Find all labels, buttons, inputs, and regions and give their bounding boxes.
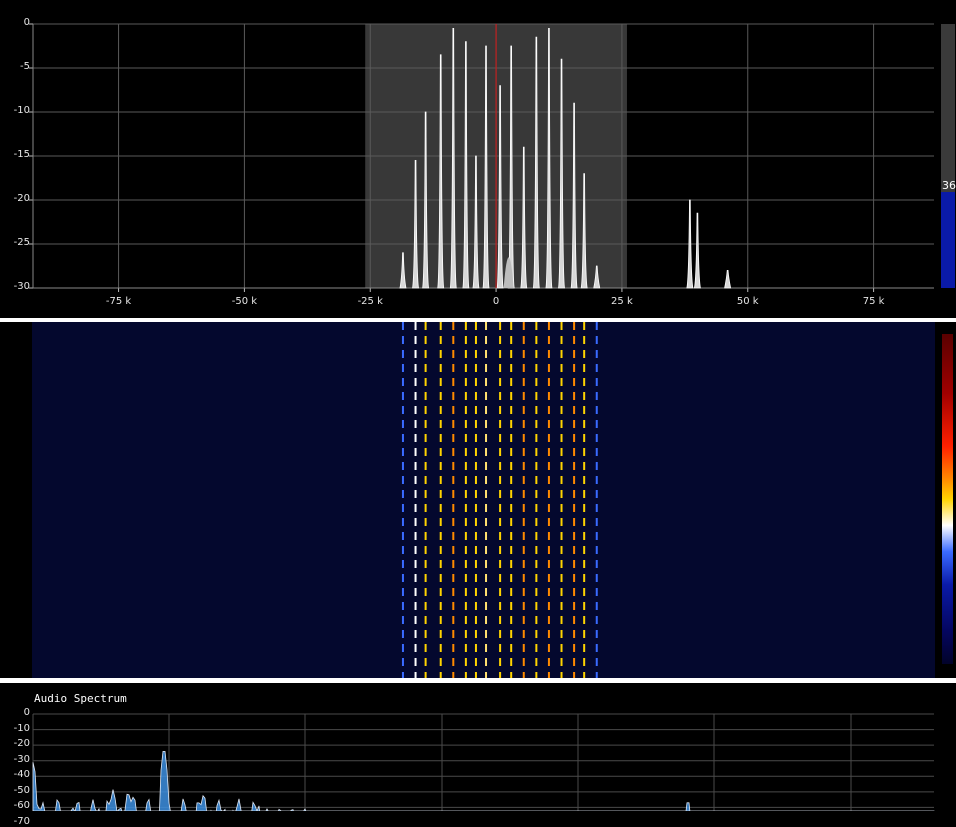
- y-tick-label: -25: [13, 237, 30, 248]
- y-tick-label: -30: [13, 281, 30, 292]
- x-tick-label: 25 k: [611, 296, 633, 307]
- spectrum-plot[interactable]: [0, 0, 956, 811]
- audio-y-tick-label: -10: [13, 722, 30, 734]
- audio-y-tick-label: -20: [13, 738, 30, 750]
- y-tick-label: -5: [20, 61, 30, 72]
- x-tick-label: 50 k: [736, 296, 759, 307]
- audio-y-tick-label: -70: [13, 816, 30, 827]
- x-tick-label: 75 k: [862, 296, 885, 307]
- audio-y-tick-label: -40: [13, 769, 30, 781]
- level-meter-value: 36: [942, 179, 956, 192]
- audio-y-tick-label: 0: [23, 707, 30, 718]
- audio-spectrum-title: Audio Spectrum: [34, 692, 127, 705]
- spectrum-peak: [693, 212, 701, 289]
- y-tick-label: 0: [23, 17, 30, 28]
- y-tick-label: -20: [13, 193, 30, 204]
- spectrum-peak: [724, 270, 732, 289]
- level-meter[interactable]: [941, 24, 955, 288]
- waterfall-color-scale: [942, 334, 953, 664]
- x-tick-label: 0: [492, 296, 500, 307]
- x-tick-label: -75 k: [105, 296, 132, 307]
- y-tick-label: -15: [13, 149, 30, 160]
- level-meter-fill: [941, 192, 955, 288]
- audio-y-tick-label: -60: [13, 800, 30, 812]
- x-tick-label: -50 k: [231, 296, 258, 307]
- audio-y-tick-label: -50: [13, 784, 30, 796]
- y-tick-label: -10: [13, 105, 30, 116]
- audio-y-tick-label: -30: [13, 753, 30, 765]
- x-tick-label: -25 k: [357, 296, 383, 307]
